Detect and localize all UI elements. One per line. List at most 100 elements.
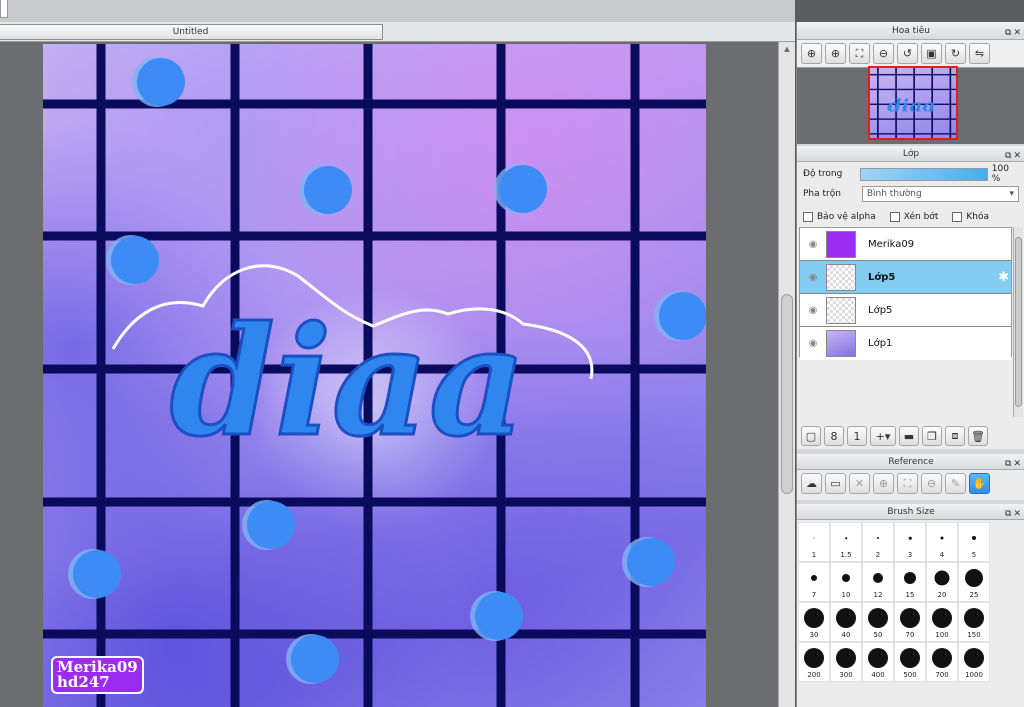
eyedropper-icon[interactable]: ✎ <box>945 473 966 494</box>
dot <box>627 538 675 586</box>
brush-size-400[interactable]: 400 <box>862 642 894 682</box>
delete-icon[interactable]: 🗑 <box>968 426 988 446</box>
brush-size-50[interactable]: 50 <box>862 602 894 642</box>
close-icon[interactable]: ✕ <box>849 473 870 494</box>
protect-alpha-checkbox[interactable]: Bảo vệ alpha <box>803 212 876 222</box>
layer-item-lop5[interactable]: ◉ Lớp5 <box>800 294 1011 327</box>
dot <box>247 501 295 549</box>
brush-size-label: 1.5 <box>840 551 852 559</box>
brush-size-label: 3 <box>907 551 913 559</box>
grid-line-horizontal <box>870 133 956 135</box>
zoom-in-icon[interactable]: ⊕ <box>873 473 894 494</box>
brush-size-label: 400 <box>871 671 885 679</box>
fit-icon[interactable]: ⛶ <box>897 473 918 494</box>
layer-scroll-thumb[interactable] <box>1015 237 1022 407</box>
brush-size-200[interactable]: 200 <box>798 642 830 682</box>
panel-controls-icon[interactable]: ⧉✕ <box>1005 148 1023 164</box>
blend-mode-select[interactable]: Bình thường ▾ <box>861 186 1019 202</box>
merge-down-icon[interactable]: ⧈ <box>945 426 965 446</box>
scroll-thumb[interactable] <box>781 294 793 494</box>
brush-size-1.5[interactable]: 1.5 <box>830 522 862 562</box>
panel-controls-icon[interactable]: ⧉✕ <box>1005 506 1023 522</box>
brush-size-70[interactable]: 70 <box>894 602 926 642</box>
checkbox-box[interactable] <box>952 212 963 222</box>
zoom-out-icon[interactable]: ⊖ <box>873 43 894 64</box>
panel-controls-icon[interactable]: ⧉✕ <box>1005 456 1023 472</box>
brush-size-4[interactable]: 4 <box>926 522 958 562</box>
visibility-icon[interactable]: ◉ <box>800 272 826 283</box>
brush-size-150[interactable]: 150 <box>958 602 990 642</box>
brush-size-3[interactable]: 3 <box>894 522 926 562</box>
rotate-left-icon[interactable]: ↺ <box>897 43 918 64</box>
open-folder-icon[interactable]: ▭ <box>825 473 846 494</box>
duplicate-icon[interactable]: ❐ <box>922 426 942 446</box>
flip-icon[interactable]: ⇋ <box>969 43 990 64</box>
grid-line-vertical <box>96 44 106 707</box>
brush-size-1000[interactable]: 1000 <box>958 642 990 682</box>
lock-label: Khóa <box>966 212 989 222</box>
rotate-right-icon[interactable]: ↻ <box>945 43 966 64</box>
brush-size-label: 2 <box>875 551 881 559</box>
blend-label: Pha trộn <box>803 189 841 199</box>
layer-item-lop1[interactable]: ◉ Lớp1 <box>800 327 1011 360</box>
brush-dot-icon <box>932 648 952 669</box>
visibility-icon[interactable]: ◉ <box>800 305 826 316</box>
brush-size-15[interactable]: 15 <box>894 562 926 602</box>
new-8bit-layer-icon[interactable]: 8 <box>824 426 844 446</box>
brush-size-500[interactable]: 500 <box>894 642 926 682</box>
layer-list-scrollbar[interactable] <box>1013 227 1023 417</box>
clipping-checkbox[interactable]: Xén bớt <box>889 212 939 222</box>
panel-controls-icon[interactable]: ⧉✕ <box>1005 24 1023 42</box>
new-folder-icon[interactable]: ▬ <box>899 426 919 446</box>
workspace-vertical-scrollbar[interactable]: ▲ <box>778 42 795 707</box>
new-1bit-layer-icon[interactable]: 1 <box>847 426 867 446</box>
brush-size-40[interactable]: 40 <box>830 602 862 642</box>
zoom-out-icon[interactable]: ⊖ <box>921 473 942 494</box>
checkbox-box[interactable] <box>803 212 813 222</box>
brush-size-label: 30 <box>809 631 819 639</box>
cloud-upload-icon[interactable]: ☁ <box>801 473 822 494</box>
visibility-icon[interactable]: ◉ <box>800 338 826 349</box>
visibility-icon[interactable]: ◉ <box>800 239 826 250</box>
preview-lettering: diaa <box>887 96 935 116</box>
brush-size-300[interactable]: 300 <box>830 642 862 682</box>
artwork-canvas[interactable]: diaa Merika09 hd247 <box>43 44 706 707</box>
brush-size-title-text: Brush Size <box>887 507 935 517</box>
blend-row: Pha trộn Bình thường ▾ <box>797 184 1024 204</box>
lock-checkbox[interactable]: Khóa <box>952 212 989 222</box>
dot <box>659 292 706 340</box>
add-layer-icon[interactable]: +▾ <box>870 426 896 446</box>
opacity-slider[interactable] <box>860 167 988 181</box>
zoom-fit-icon[interactable]: ⊕ <box>801 43 822 64</box>
brush-size-1[interactable]: 1 <box>798 522 830 562</box>
brush-size-title: Brush Size ⧉✕ <box>797 504 1024 520</box>
layer-item-merika09[interactable]: ◉ Merika09 <box>800 228 1011 261</box>
brush-size-label: 7 <box>811 591 817 599</box>
fit-screen-icon[interactable]: ▣ <box>921 43 942 64</box>
brush-dot-icon <box>836 648 856 669</box>
brush-size-25[interactable]: 25 <box>958 562 990 602</box>
scroll-up-arrow-icon[interactable]: ▲ <box>779 42 795 56</box>
brush-size-5[interactable]: 5 <box>958 522 990 562</box>
brush-size-7[interactable]: 7 <box>798 562 830 602</box>
gear-icon[interactable]: ✱ <box>998 270 1009 285</box>
checkbox-box[interactable] <box>889 212 900 222</box>
brush-size-12[interactable]: 12 <box>862 562 894 602</box>
layer-item-lop5-selected[interactable]: ◉ Lớp5 ✱ <box>800 261 1011 294</box>
brush-dot-icon <box>811 575 817 582</box>
clipping-label: Xén bớt <box>903 212 939 222</box>
opacity-row: Độ trong 100 % <box>797 164 1024 184</box>
fit-window-icon[interactable]: ⛶ <box>849 43 870 64</box>
brush-size-2[interactable]: 2 <box>862 522 894 562</box>
brush-size-label: 500 <box>903 671 917 679</box>
hand-icon[interactable]: ✋ <box>969 473 990 494</box>
brush-size-30[interactable]: 30 <box>798 602 830 642</box>
brush-size-20[interactable]: 20 <box>926 562 958 602</box>
brush-size-700[interactable]: 700 <box>926 642 958 682</box>
brush-size-100[interactable]: 100 <box>926 602 958 642</box>
brush-size-10[interactable]: 10 <box>830 562 862 602</box>
new-layer-icon[interactable]: ▢ <box>801 426 821 446</box>
document-tab[interactable]: Untitled <box>0 24 383 40</box>
navigator-preview[interactable]: diaa <box>868 66 958 140</box>
zoom-in-icon[interactable]: ⊕ <box>825 43 846 64</box>
